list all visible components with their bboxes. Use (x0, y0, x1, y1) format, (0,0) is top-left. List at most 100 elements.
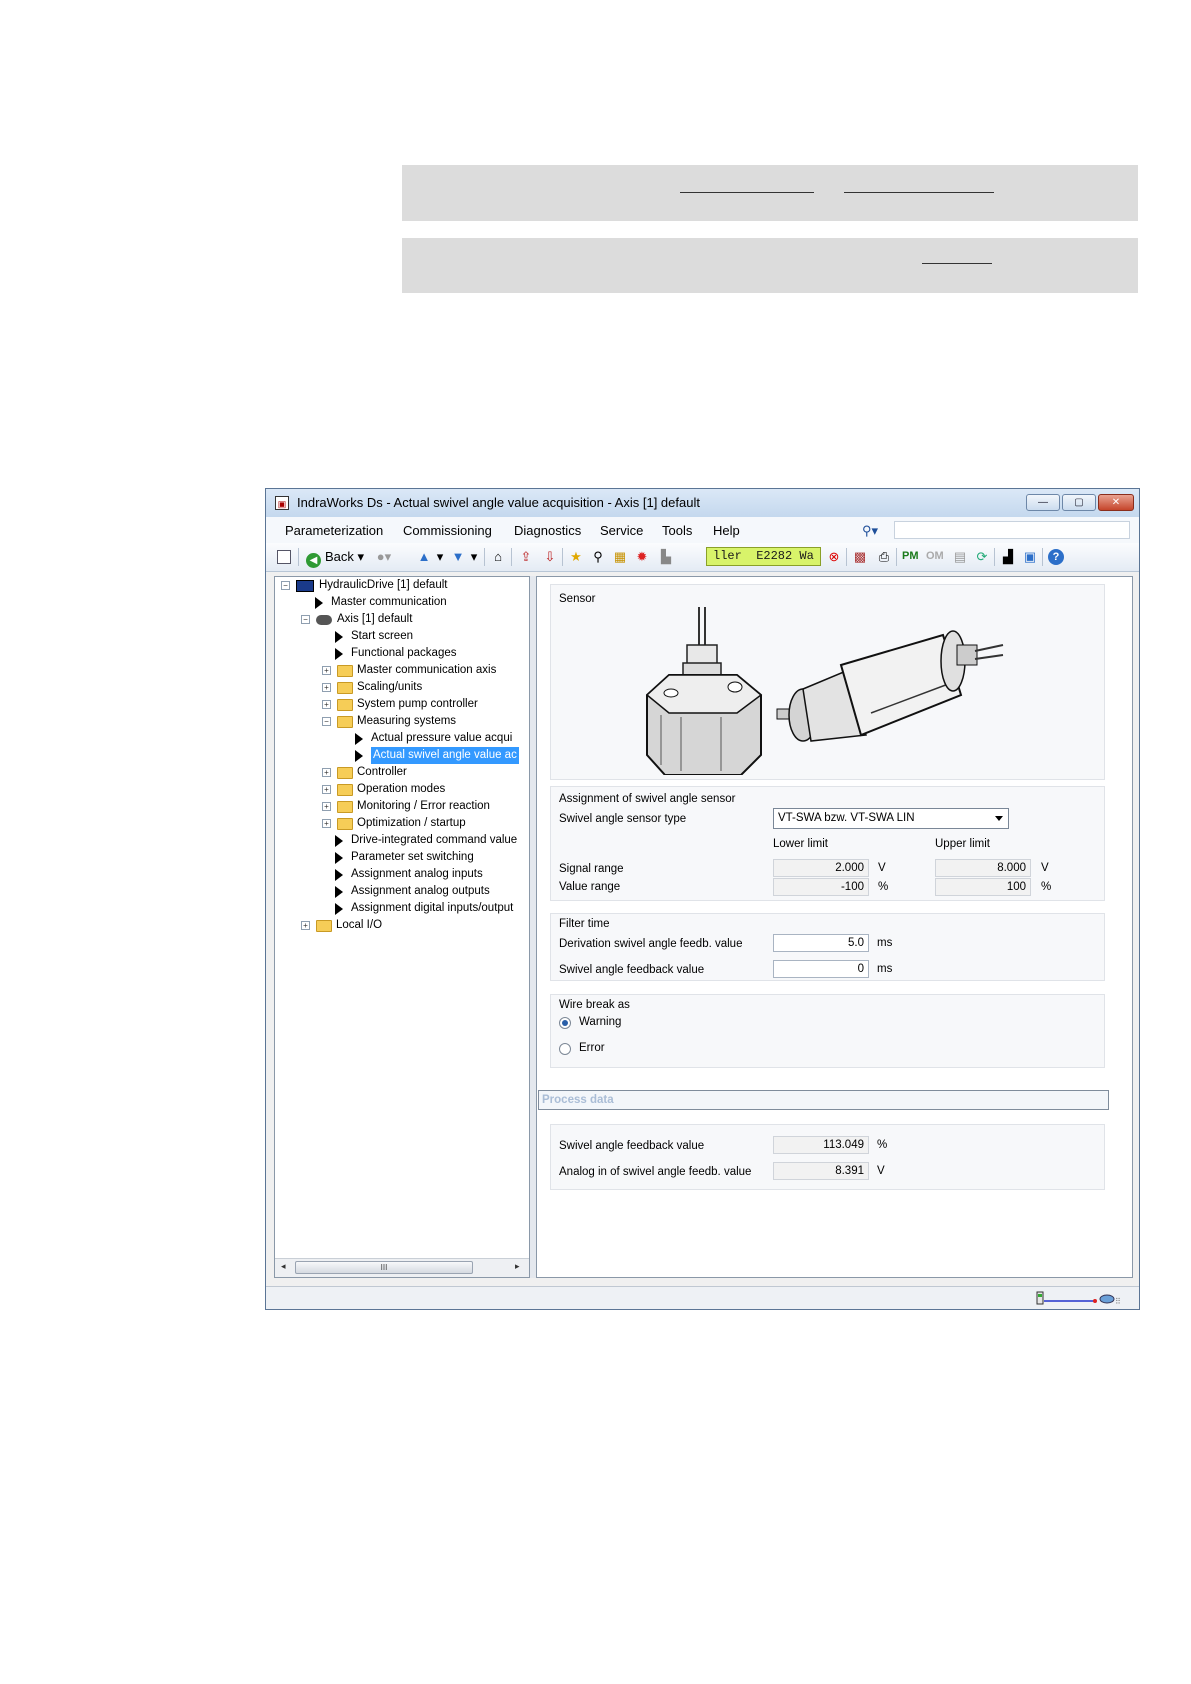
feedback-filter-input[interactable]: 0 (773, 960, 869, 978)
collapse-icon[interactable]: − (301, 615, 310, 624)
axis-icon (316, 614, 332, 625)
down-arrow-icon[interactable]: ▼ (450, 549, 466, 565)
star-icon[interactable]: ★ (568, 549, 584, 565)
home-icon[interactable]: ⌂ (490, 549, 506, 565)
tree-node-analog-outputs[interactable]: Assignment analog outputs (332, 883, 490, 900)
monitor-icon[interactable]: ▣ (1022, 549, 1038, 565)
feedback-filter-label: Swivel angle feedback value (559, 964, 705, 976)
expand-icon[interactable]: + (322, 785, 331, 794)
collapse-icon[interactable]: − (281, 581, 290, 590)
search-input[interactable] (894, 521, 1130, 539)
collapse-icon[interactable]: − (322, 717, 331, 726)
tree-node-drive-command[interactable]: Drive-integrated command value (332, 832, 517, 849)
device-icon[interactable]: ▟ (1000, 549, 1016, 565)
expand-icon[interactable]: + (322, 666, 331, 675)
pd-feedback-unit: % (877, 1139, 888, 1151)
help-icon[interactable]: ? (1048, 549, 1064, 565)
warning-label: Warning (579, 1016, 622, 1028)
expand-icon[interactable]: + (322, 768, 331, 777)
expand-icon[interactable]: + (322, 819, 331, 828)
back-arrow-icon: ◀ (306, 553, 321, 568)
scroll-right-icon[interactable]: ▸ (515, 1261, 520, 1272)
binoculars-icon[interactable]: ⚲▾ (862, 523, 878, 539)
menu-commissioning[interactable]: Commissioning (403, 523, 492, 538)
tree-node-monitoring[interactable]: + Monitoring / Error reaction (322, 798, 490, 815)
folder-icon (337, 698, 353, 711)
value-upper-value: 100 (935, 878, 1031, 896)
tree-horizontal-scrollbar[interactable]: ◂ III ▸ (275, 1258, 529, 1277)
filter-time-group: Filter time Derivation swivel angle feed… (550, 913, 1105, 981)
expand-icon[interactable]: + (322, 683, 331, 692)
dropdown-icon[interactable]: ▾ (466, 549, 482, 565)
header-band-bottom (402, 238, 1138, 293)
menu-diagnostics[interactable]: Diagnostics (514, 523, 581, 538)
sensor-type-select[interactable]: VT-SWA bzw. VT-SWA LIN (773, 808, 1009, 829)
tree-node-analog-inputs[interactable]: Assignment analog inputs (332, 866, 483, 883)
error-radio[interactable] (559, 1043, 571, 1055)
feedback-filter-unit: ms (877, 963, 893, 975)
refresh-icon[interactable]: ⟳ (974, 549, 990, 565)
parameter-upload-icon[interactable]: ⇪ (518, 549, 534, 565)
tree-node-master-communication[interactable]: Master communication (312, 594, 447, 611)
expand-icon[interactable]: + (301, 921, 310, 930)
tree-node-swivel-acquisition[interactable]: Actual swivel angle value ac (352, 747, 519, 764)
signal-upper-value: 8.000 (935, 859, 1031, 877)
expand-icon[interactable]: + (322, 700, 331, 709)
tree-node-root[interactable]: − HydraulicDrive [1] default (281, 577, 447, 594)
tree-node-master-communication-axis[interactable]: + Master communication axis (322, 662, 496, 679)
expand-icon[interactable]: + (322, 802, 331, 811)
om-mode-button[interactable]: OM (926, 550, 944, 562)
pd-analog-label: Analog in of swivel angle feedb. value (559, 1166, 752, 1178)
tree-node-optimization[interactable]: + Optimization / startup (322, 815, 466, 832)
dropdown-icon[interactable]: ▾ (432, 549, 448, 565)
forward-icon[interactable]: ●▾ (376, 549, 392, 565)
tree-node-system-pump[interactable]: + System pump controller (322, 696, 478, 713)
tree-node-digital-io[interactable]: Assignment digital inputs/output (332, 900, 513, 917)
menu-help[interactable]: Help (713, 523, 740, 538)
close-button[interactable]: ✕ (1098, 494, 1134, 511)
page-arrow-icon (355, 732, 363, 745)
minimize-button[interactable]: — (1026, 494, 1060, 511)
page-arrow-icon (335, 851, 343, 864)
grid-icon[interactable]: ▤ (952, 549, 968, 565)
menu-service[interactable]: Service (600, 523, 643, 538)
print-icon[interactable]: ⎙ (876, 549, 892, 565)
settings-star-icon[interactable]: ✹ (634, 549, 650, 565)
process-data-header[interactable]: Process data (538, 1090, 1109, 1110)
tree-node-axis[interactable]: − Axis [1] default (301, 611, 412, 628)
binoculars-icon[interactable]: ⚲ (590, 549, 606, 565)
tree-node-pressure-acquisition[interactable]: Actual pressure value acqui (352, 730, 512, 747)
menu-tools[interactable]: Tools (662, 523, 692, 538)
tree-node-start-screen[interactable]: Start screen (332, 628, 413, 645)
tree-node-controller[interactable]: + Controller (322, 764, 407, 781)
network-connection-icon: ⠿ (1036, 1291, 1121, 1305)
derivation-input[interactable]: 5.0 (773, 934, 869, 952)
chart-icon[interactable]: ▙ (658, 549, 674, 565)
calendar-icon[interactable]: ▦ (612, 549, 628, 565)
up-arrow-icon[interactable]: ▲ (416, 549, 432, 565)
warning-radio[interactable] (559, 1017, 571, 1029)
pm-mode-button[interactable]: PM (902, 550, 919, 562)
tree-node-parameter-set[interactable]: Parameter set switching (332, 849, 474, 866)
svg-text:⠿: ⠿ (1115, 1297, 1121, 1305)
clear-error-icon[interactable]: ⊗ (826, 549, 842, 565)
scrollbar-thumb[interactable]: III (295, 1261, 473, 1274)
tree-node-local-io[interactable]: + Local I/O (301, 917, 382, 934)
back-button[interactable]: ◀ Back ▾ (306, 549, 364, 568)
tree-node-measuring-systems[interactable]: − Measuring systems (322, 713, 456, 730)
tree-node-functional-packages[interactable]: Functional packages (332, 645, 456, 662)
folder-icon (337, 766, 353, 779)
value-upper-unit: % (1041, 881, 1052, 893)
maximize-button[interactable]: ▢ (1062, 494, 1096, 511)
parameter-download-icon[interactable]: ⇩ (542, 549, 558, 565)
menu-parameterization[interactable]: Parameterization (285, 523, 383, 538)
tree-node-scaling[interactable]: + Scaling/units (322, 679, 422, 696)
folder-icon (337, 664, 353, 677)
scroll-left-icon[interactable]: ◂ (281, 1261, 286, 1272)
oscilloscope-icon[interactable]: ▩ (852, 549, 868, 565)
page-arrow-icon (335, 902, 343, 915)
sensor-group-label: Sensor (559, 593, 596, 605)
tree-node-operation-modes[interactable]: + Operation modes (322, 781, 445, 798)
window-icon[interactable] (276, 549, 292, 565)
process-data-group: Swivel angle feedback value 113.049 % An… (550, 1124, 1105, 1190)
